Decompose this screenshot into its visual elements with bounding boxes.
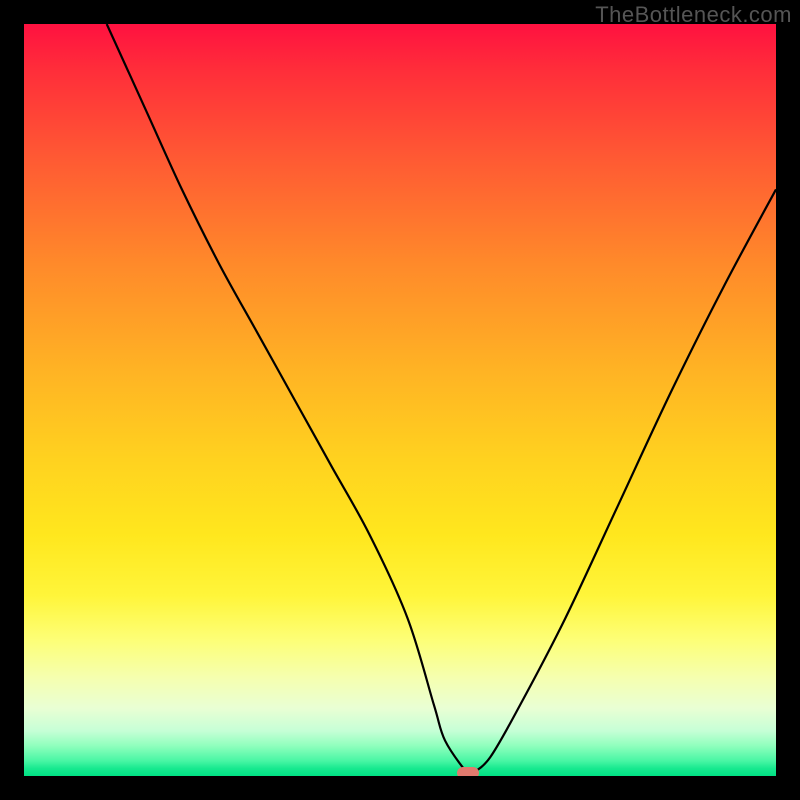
plot-area (24, 24, 776, 776)
watermark-text: TheBottleneck.com (595, 2, 792, 28)
bottleneck-curve (24, 24, 776, 776)
chart-frame: TheBottleneck.com (0, 0, 800, 800)
optimal-point-marker (457, 767, 479, 776)
